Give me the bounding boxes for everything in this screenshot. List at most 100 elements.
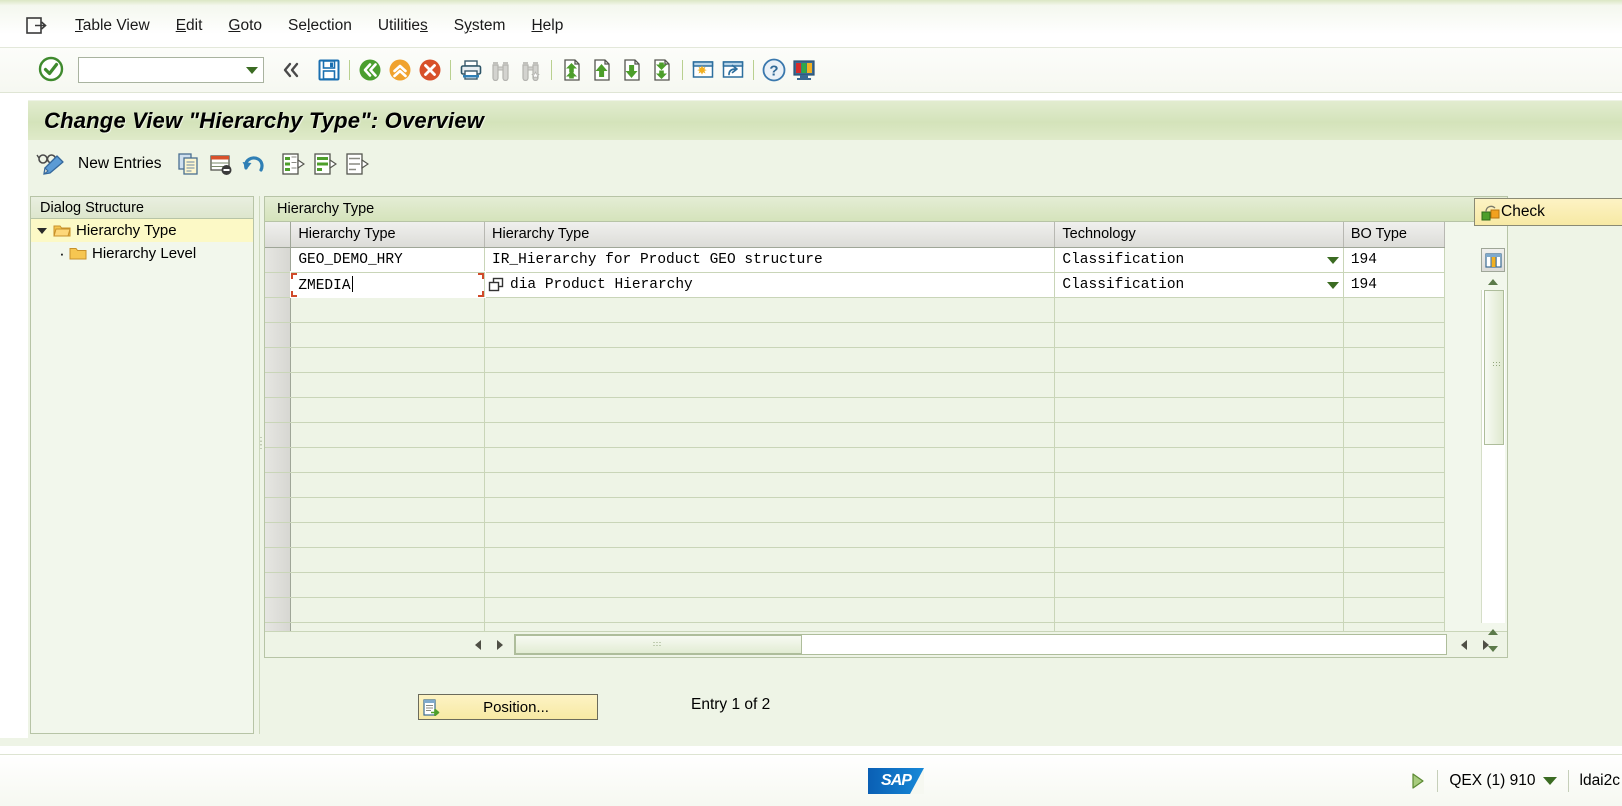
row-select-cell[interactable] xyxy=(265,572,292,598)
row-select-cell[interactable] xyxy=(265,422,292,448)
table-row-empty[interactable] xyxy=(265,322,1446,348)
tree-node-hierarchy-type[interactable]: Hierarchy Type xyxy=(31,219,253,242)
cell-empty[interactable] xyxy=(290,447,486,473)
check-button[interactable]: Check xyxy=(1474,198,1622,226)
customize-button[interactable] xyxy=(789,55,819,85)
print-button[interactable] xyxy=(456,55,486,85)
cell-empty[interactable] xyxy=(484,397,1056,423)
delete-row-icon[interactable] xyxy=(206,149,236,179)
cell-empty[interactable] xyxy=(290,297,486,323)
cell-empty[interactable] xyxy=(1054,497,1344,523)
create-session-button[interactable] xyxy=(688,55,718,85)
cell-empty[interactable] xyxy=(484,347,1056,373)
cell-empty[interactable] xyxy=(1054,472,1344,498)
status-system-label[interactable]: QEX (1) 910 xyxy=(1449,772,1535,790)
cell-empty[interactable] xyxy=(290,372,486,398)
table-vertical-scrollbar[interactable]: ⋯ ⋯ xyxy=(1481,273,1505,657)
row-select-cell[interactable] xyxy=(265,322,292,348)
row-select-cell[interactable] xyxy=(265,272,292,298)
deselect-list-icon[interactable] xyxy=(342,149,372,179)
chevron-down-icon[interactable] xyxy=(1326,256,1339,264)
previous-page-button[interactable] xyxy=(587,55,617,85)
vertical-scroll-thumb[interactable]: ⋯ ⋯ xyxy=(1484,290,1504,445)
cell-empty[interactable] xyxy=(484,572,1056,598)
scroll-down-button[interactable] xyxy=(1481,640,1505,657)
scroll-page-up-button[interactable] xyxy=(1481,623,1505,640)
cell-empty[interactable] xyxy=(290,472,486,498)
cell-empty[interactable] xyxy=(290,322,486,348)
next-page-button[interactable] xyxy=(617,55,647,85)
horizontal-scroll-track[interactable]: ⋯ ⋯ xyxy=(514,634,1447,655)
cell-empty[interactable] xyxy=(1054,422,1344,448)
cell-empty[interactable] xyxy=(484,597,1056,623)
row-select-cell[interactable] xyxy=(265,472,292,498)
cell-empty[interactable] xyxy=(1343,422,1446,448)
menu-table-view[interactable]: Table View xyxy=(62,13,163,39)
end-transaction-button[interactable] xyxy=(385,55,415,85)
scroll-left-edge-button[interactable] xyxy=(1453,634,1475,656)
menu-utilities[interactable]: Utilities xyxy=(365,13,441,39)
cell-empty[interactable] xyxy=(484,522,1056,548)
table-row-empty[interactable] xyxy=(265,522,1446,548)
enter-button[interactable] xyxy=(38,56,64,85)
table-row[interactable]: GEO_DEMO_HRY IR_Hierarchy for Product GE… xyxy=(265,247,1446,273)
menu-edit[interactable]: Edit xyxy=(163,13,216,39)
cancel-button[interactable] xyxy=(415,55,445,85)
cell-hierarchy-type-desc[interactable]: dia Product Hierarchy xyxy=(484,272,1056,298)
splitter-grip[interactable]: ⋮ ⋮ xyxy=(256,437,266,451)
cell-technology[interactable]: Classification xyxy=(1054,247,1344,273)
exit-button[interactable] xyxy=(355,55,385,85)
cell-empty[interactable] xyxy=(1054,397,1344,423)
cell-empty[interactable] xyxy=(484,297,1056,323)
cell-empty[interactable] xyxy=(1343,297,1446,323)
cell-empty[interactable] xyxy=(1054,572,1344,598)
table-row-empty[interactable] xyxy=(265,347,1446,373)
row-select-cell[interactable] xyxy=(265,397,292,423)
cell-empty[interactable] xyxy=(1343,472,1446,498)
command-field[interactable] xyxy=(78,57,264,83)
cell-empty[interactable] xyxy=(484,422,1056,448)
vertical-scroll-track[interactable]: ⋯ ⋯ xyxy=(1481,290,1505,623)
cell-technology[interactable]: Classification xyxy=(1054,272,1344,298)
cell-empty[interactable] xyxy=(1343,322,1446,348)
column-header-hierarchy-type-key[interactable]: Hierarchy Type xyxy=(290,222,486,248)
row-select-cell[interactable] xyxy=(265,522,292,548)
chevron-down-icon[interactable] xyxy=(1542,776,1557,785)
cell-hierarchy-type-desc[interactable]: IR_Hierarchy for Product GEO structure xyxy=(484,247,1056,273)
cell-empty[interactable] xyxy=(290,347,486,373)
row-select-cell[interactable] xyxy=(265,497,292,523)
session-icon[interactable] xyxy=(26,16,48,36)
cell-empty[interactable] xyxy=(1054,547,1344,573)
position-button[interactable]: Position... xyxy=(418,694,598,720)
row-select-cell[interactable] xyxy=(265,247,292,273)
find-button[interactable] xyxy=(486,55,516,85)
row-select-cell[interactable] xyxy=(265,547,292,573)
cell-empty[interactable] xyxy=(1054,372,1344,398)
chevron-down-icon[interactable] xyxy=(37,227,47,234)
table-horizontal-scrollbar[interactable]: ⋯ ⋯ xyxy=(265,631,1507,657)
table-row-empty[interactable] xyxy=(265,472,1446,498)
cell-empty[interactable] xyxy=(290,522,486,548)
chevron-down-icon[interactable] xyxy=(1326,281,1339,289)
scroll-left-button[interactable] xyxy=(467,634,489,656)
cell-empty[interactable] xyxy=(290,597,486,623)
cell-bo-type[interactable]: 194 xyxy=(1343,272,1446,298)
row-select-cell[interactable] xyxy=(265,297,292,323)
table-row-empty[interactable] xyxy=(265,297,1446,323)
table-row-empty[interactable] xyxy=(265,547,1446,573)
cell-empty[interactable] xyxy=(484,372,1056,398)
cell-empty[interactable] xyxy=(290,397,486,423)
last-page-button[interactable] xyxy=(647,55,677,85)
cell-empty[interactable] xyxy=(1343,447,1446,473)
table-row-empty[interactable] xyxy=(265,572,1446,598)
cell-empty[interactable] xyxy=(1343,522,1446,548)
table-row[interactable]: ZMEDIA dia Product Hierarchy Classificat… xyxy=(265,271,1446,298)
cell-hierarchy-type-key[interactable]: GEO_DEMO_HRY xyxy=(290,247,486,273)
table-settings-icon[interactable] xyxy=(1481,248,1505,272)
table-row-empty[interactable] xyxy=(265,397,1446,423)
column-header-select[interactable] xyxy=(265,222,292,248)
undo-arrow-icon[interactable] xyxy=(238,149,268,179)
table-row-empty[interactable] xyxy=(265,447,1446,473)
row-select-cell[interactable] xyxy=(265,447,292,473)
table-row-empty[interactable] xyxy=(265,497,1446,523)
